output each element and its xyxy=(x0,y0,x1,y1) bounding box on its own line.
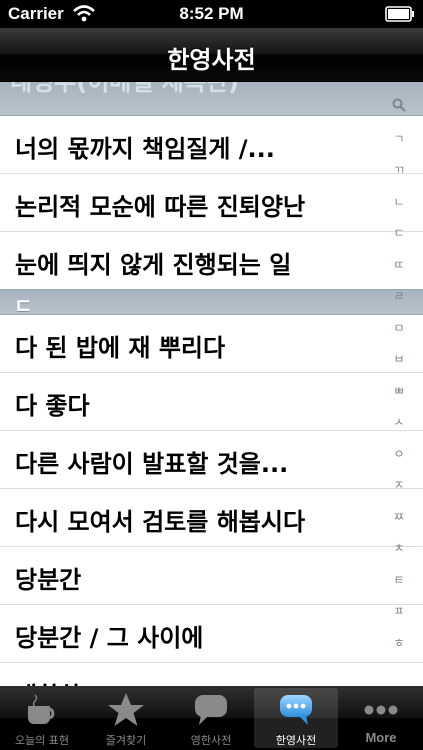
list-item[interactable]: 너의 몫까지 책임질게 /... xyxy=(0,116,423,174)
index-letter[interactable]: ㅉ xyxy=(387,508,411,524)
list-item-label: 눈에 띄지 않게 진행되는 일 xyxy=(15,251,292,279)
index-letter[interactable]: ㄴ xyxy=(387,193,411,209)
section-header-partial-label: 네명우(이메일 제목란) xyxy=(10,82,240,96)
index-letter[interactable]: ㅃ xyxy=(387,382,411,398)
index-letter[interactable]: ㅍ xyxy=(387,602,411,618)
index-letter[interactable]: ㄲ xyxy=(387,161,411,177)
chat-bubble-icon xyxy=(280,695,312,725)
list-item-label: 다 된 밥에 재 뿌리다 xyxy=(15,334,226,362)
list-item-label: 다른 사람이 발표할 것을... xyxy=(15,450,289,478)
status-bar: Carrier 8:52 PM xyxy=(0,0,423,28)
list-item-label: 논리적 모순에 따른 진퇴양난 xyxy=(15,193,306,221)
section-header: ㄷ xyxy=(0,289,423,318)
list-item[interactable]: 다 된 밥에 재 뿌리다 xyxy=(0,315,423,373)
list-item-label: 다 좋다 xyxy=(15,392,90,420)
index-letter[interactable]: ㄸ xyxy=(387,256,411,272)
tab-label: 영한사전 xyxy=(190,734,232,747)
tab-label: 즐겨찾기 xyxy=(105,734,147,747)
navigation-bar: 한영사전 xyxy=(0,28,423,82)
more-dots-icon xyxy=(364,705,398,715)
index-letter[interactable]: ㄱ xyxy=(387,130,411,146)
list-item[interactable]: 다시 모여서 검토를 해봅시다 xyxy=(0,489,423,547)
list-item[interactable]: 당분간 xyxy=(0,547,423,605)
index-letter[interactable]: ㅅ xyxy=(387,413,411,429)
battery-icon xyxy=(385,6,414,22)
list-item[interactable]: 대화하고 ... xyxy=(0,663,423,686)
list-item-label: 다시 모여서 검토를 해봅시다 xyxy=(15,508,306,536)
index-letter[interactable]: ㅁ xyxy=(387,319,411,335)
tab-bar: 오늘의 표현 즐겨찾기 영한사전 한영사전 More xyxy=(0,686,423,750)
list-item-label: 대화하고 ... xyxy=(15,676,373,686)
tab-english-korean[interactable]: 영한사전 xyxy=(169,688,253,748)
tab-label: 오늘의 표현 xyxy=(14,734,70,747)
list-item-label: 너의 몫까지 책임질게 /... xyxy=(15,135,275,163)
section-header-partial: 네명우(이메일 제목란) xyxy=(0,82,423,116)
page-title: 한영사전 xyxy=(167,46,256,74)
index-letter[interactable]: ㄷ xyxy=(387,224,411,240)
coffee-cup-icon xyxy=(28,694,55,724)
tab-korean-english[interactable]: 한영사전 xyxy=(254,688,338,748)
list-item[interactable]: 다른 사람이 발표할 것을... xyxy=(0,431,423,489)
index-letter[interactable]: ㅊ xyxy=(387,539,411,555)
list-item[interactable]: 논리적 모순에 따른 진퇴양난 xyxy=(0,174,423,232)
star-icon xyxy=(108,693,144,726)
index-letter[interactable]: ㅇ xyxy=(387,445,411,461)
list-item-label: 당분간 xyxy=(15,566,82,594)
speech-bubble-icon xyxy=(195,695,227,725)
section-index[interactable]: ㄱㄲㄴㄷㄸㄹㅁㅂㅃㅅㅇㅈㅉㅊㅌㅍㅎ xyxy=(387,98,411,668)
index-letter[interactable]: ㅈ xyxy=(387,476,411,492)
dictionary-list[interactable]: 네명우(이메일 제목란) 너의 몫까지 책임질게 /... 논리적 모순에 따른… xyxy=(0,82,423,686)
list-item-label: 당분간 / 그 사이에 xyxy=(15,624,204,652)
search-icon[interactable] xyxy=(387,98,411,114)
list-item[interactable]: 당분간 / 그 사이에 xyxy=(0,605,423,663)
tab-today-expression[interactable]: 오늘의 표현 xyxy=(0,688,84,748)
index-letter[interactable]: ㅌ xyxy=(387,571,411,587)
tab-label: More xyxy=(365,730,397,745)
status-time: 8:52 PM xyxy=(179,4,244,23)
index-letter[interactable]: ㅎ xyxy=(387,634,411,650)
tab-label: 한영사전 xyxy=(275,734,317,747)
list-item[interactable]: 눈에 띄지 않게 진행되는 일 xyxy=(0,232,423,290)
index-letter[interactable]: ㄹ xyxy=(387,287,411,303)
index-letter[interactable]: ㅂ xyxy=(387,350,411,366)
list-item[interactable]: 다 좋다 xyxy=(0,373,423,431)
tab-more[interactable]: More xyxy=(339,688,423,748)
tab-favorites[interactable]: 즐겨찾기 xyxy=(84,688,168,748)
